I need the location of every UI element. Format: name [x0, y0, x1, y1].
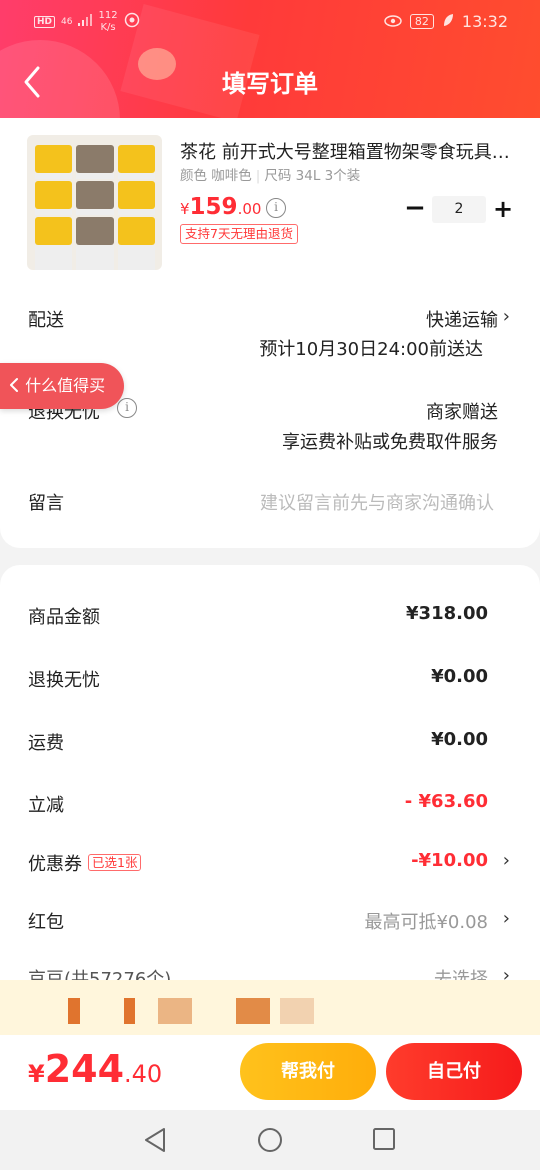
price-summary-card: 商品金额 ¥318.00 退换无忧 ¥0.00 运费 ¥0.00 立减 - ¥6… — [0, 565, 540, 990]
worry-free-fee-label: 退换无忧 — [28, 670, 100, 691]
red-packet-value[interactable]: 最高可抵¥0.08 — [364, 908, 488, 934]
hd-badge: HD — [34, 16, 56, 28]
app-notification-icon — [124, 12, 140, 32]
obscured-pixel — [280, 998, 314, 1024]
nav-home-icon[interactable] — [257, 1127, 283, 1153]
message-label: 留言 — [28, 493, 64, 514]
obscured-pixel — [68, 998, 80, 1024]
delivery-label: 配送 — [28, 310, 64, 331]
system-nav-bar — [0, 1110, 540, 1170]
obscured-pixel — [236, 998, 270, 1024]
coupon-row[interactable]: 优惠券 已选1张 — [28, 850, 142, 876]
obscured-pixel — [158, 998, 192, 1024]
coupon-label: 优惠券 — [28, 854, 82, 875]
pay-myself-button[interactable]: 自己付 — [386, 1043, 522, 1100]
quantity-decrease-button[interactable]: − — [404, 195, 426, 221]
checkout-bar: ¥244.40 帮我付 自己付 — [0, 1035, 540, 1110]
product-price: ¥159.00 — [180, 194, 262, 220]
red-packet-label: 红包 — [28, 912, 64, 933]
signal-bars-icon — [78, 14, 93, 30]
nav-recents-icon[interactable] — [372, 1127, 396, 1151]
battery-indicator: 82 — [409, 14, 434, 29]
page-title: 填写订单 — [222, 70, 318, 98]
chevron-right-icon[interactable]: › — [503, 908, 510, 929]
chevron-left-icon — [10, 378, 18, 392]
order-info-card: 茶花 前开式大号整理箱置物架零食玩具收纳箱 颜色 咖啡色 | 尺码 34L 3个装 … — [0, 118, 540, 548]
product-image[interactable] — [27, 135, 162, 270]
coupon-value[interactable]: -¥10.00 — [411, 850, 488, 871]
coupon-selected-badge: 已选1张 — [88, 854, 142, 871]
obscured-pixel — [124, 998, 135, 1024]
worry-free-desc: 享运费补贴或免费取件服务 — [282, 432, 498, 453]
shipping-value: ¥0.00 — [431, 729, 488, 750]
chevron-right-icon[interactable]: › — [503, 306, 510, 327]
quantity-value[interactable]: 2 — [432, 196, 486, 223]
quantity-increase-button[interactable]: + — [492, 197, 514, 221]
instant-discount-label: 立减 — [28, 795, 64, 816]
total-price: ¥244.40 — [28, 1047, 163, 1091]
nav-back-icon[interactable] — [142, 1126, 168, 1154]
leaf-icon — [442, 12, 454, 31]
status-bar: HD 46 112 K/s 82 13:32 — [0, 0, 540, 44]
delivery-eta: 预计10月30日24:00前送达 — [259, 339, 483, 360]
chevron-right-icon[interactable]: › — [503, 850, 510, 871]
goods-amount-value: ¥318.00 — [406, 603, 488, 624]
smzdm-float-tag[interactable]: 什么值得买 — [0, 363, 124, 409]
worry-free-value: 商家赠送 — [426, 402, 498, 423]
instant-discount-value: - ¥63.60 — [404, 791, 488, 812]
net-speed: 112 K/s — [98, 10, 118, 33]
eye-comfort-icon — [384, 12, 402, 31]
promo-strip — [0, 980, 540, 1035]
product-title[interactable]: 茶花 前开式大号整理箱置物架零食玩具收纳箱 — [180, 138, 520, 164]
clock-time: 13:32 — [461, 12, 508, 31]
product-spec: 颜色 咖啡色 | 尺码 34L 3个装 — [180, 168, 361, 184]
header: HD 46 112 K/s 82 13:32 填写订单 — [0, 0, 540, 122]
worry-free-info-icon[interactable]: i — [117, 398, 137, 418]
worry-free-fee-value: ¥0.00 — [431, 666, 488, 687]
delivery-method[interactable]: 快递运输 — [426, 306, 498, 332]
goods-amount-label: 商品金额 — [28, 607, 100, 628]
shipping-label: 运费 — [28, 733, 64, 754]
return-policy-tag: 支持7天无理由退货 — [180, 224, 298, 244]
signal-strength: 46 — [61, 16, 73, 27]
float-tag-label: 什么值得买 — [25, 376, 106, 395]
price-info-icon[interactable]: i — [266, 198, 286, 218]
help-me-pay-button[interactable]: 帮我付 — [240, 1043, 376, 1100]
message-input[interactable]: 建议留言前先与商家沟通确认 — [260, 489, 494, 515]
